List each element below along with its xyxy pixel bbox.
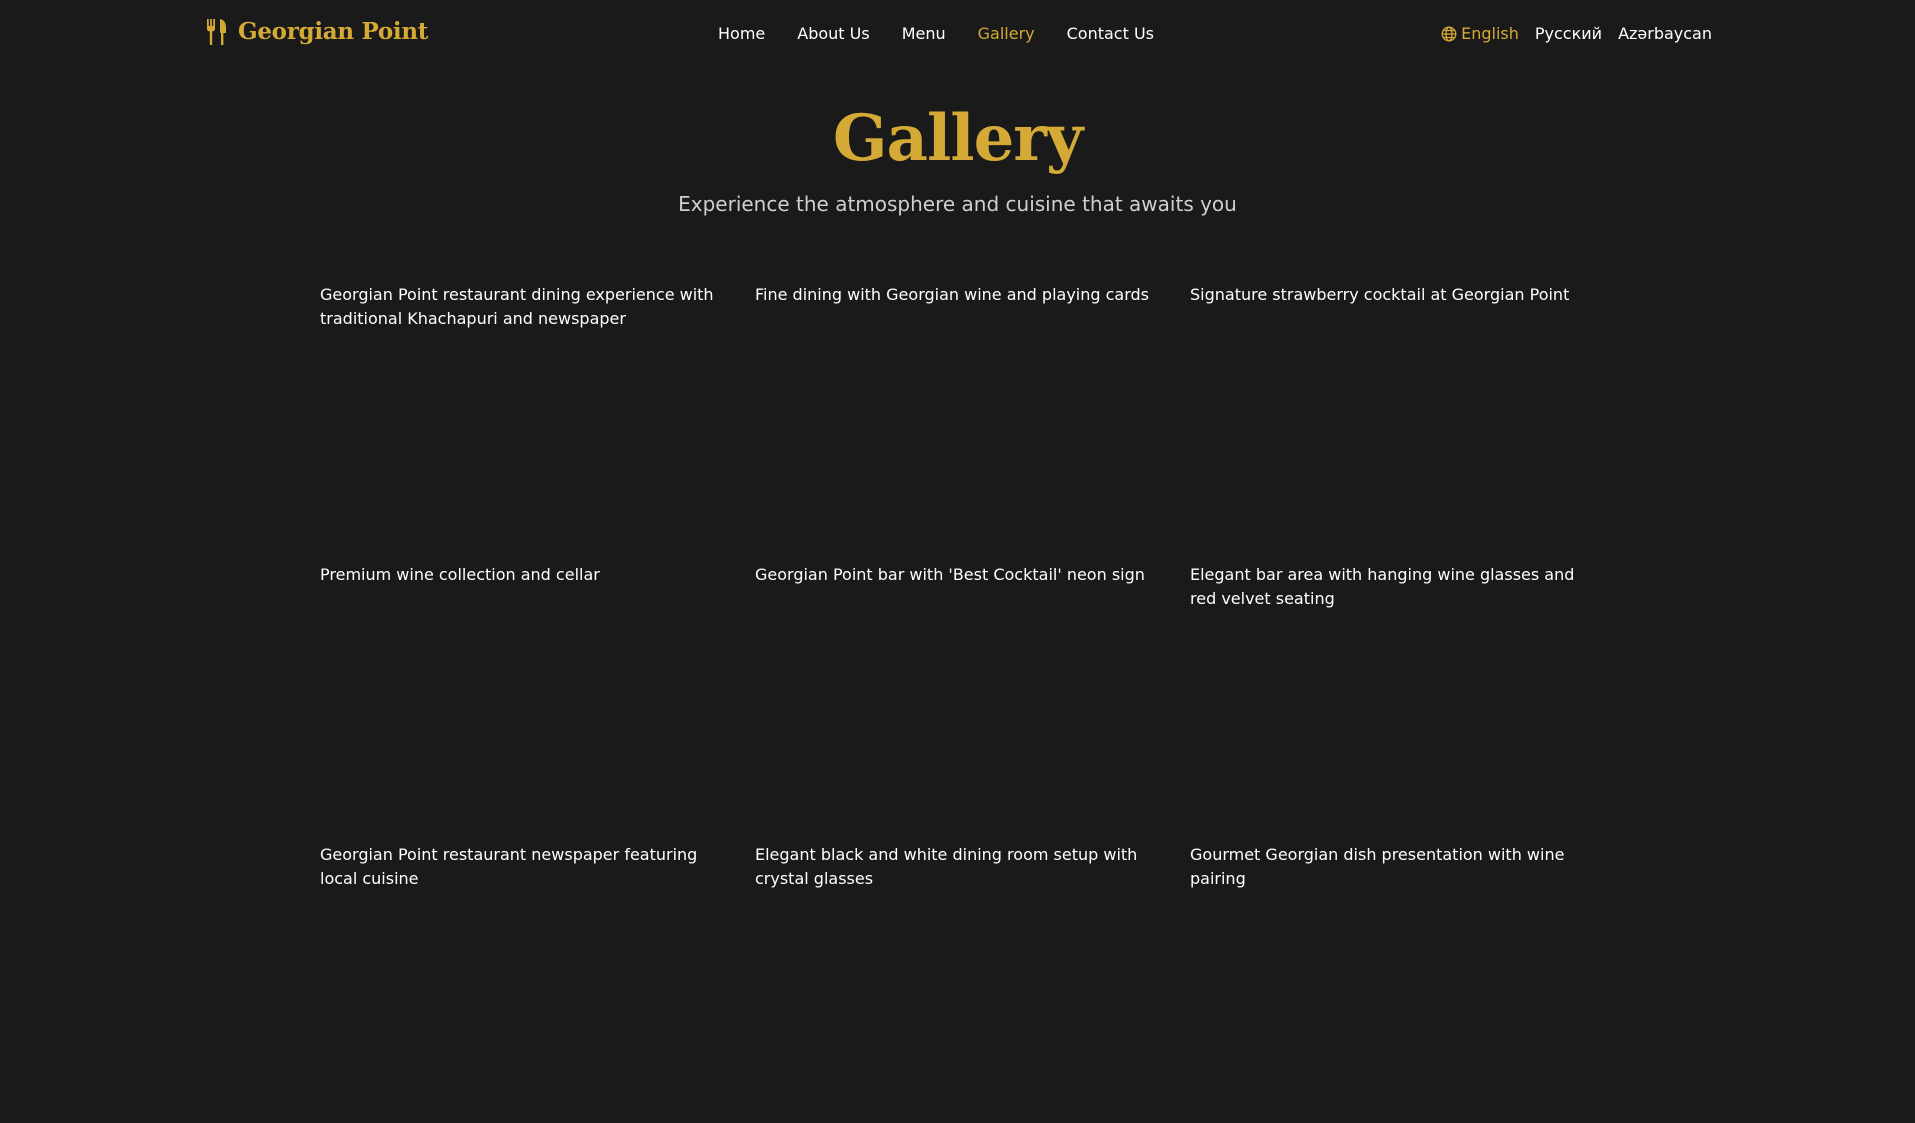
brand-name: Georgian Point: [238, 18, 429, 45]
page-title: Gallery: [832, 101, 1083, 176]
nav-home[interactable]: Home: [718, 24, 765, 43]
lang-azerbaijani[interactable]: Azərbaycan: [1618, 24, 1712, 43]
lang-english[interactable]: English: [1441, 24, 1519, 43]
gallery-item[interactable]: Premium wine collection and cellar: [320, 563, 755, 843]
gallery-grid: Georgian Point restaurant dining experie…: [320, 283, 1610, 1123]
brand-logo-link[interactable]: Georgian Point: [206, 18, 428, 45]
gallery-item[interactable]: Signature strawberry cocktail at Georgia…: [1190, 283, 1610, 563]
gallery-item[interactable]: Georgian Point restaurant newspaper feat…: [320, 843, 755, 1123]
hero-section: Gallery Experience the atmosphere and cu…: [0, 98, 1915, 216]
gallery-caption: Elegant bar area with hanging wine glass…: [1190, 565, 1575, 608]
gallery-item[interactable]: Georgian Point bar with 'Best Cocktail' …: [755, 563, 1190, 843]
fork-knife-icon: [207, 18, 226, 45]
gallery-caption: Signature strawberry cocktail at Georgia…: [1190, 285, 1570, 304]
gallery-caption: Fine dining with Georgian wine and playi…: [755, 285, 1149, 304]
nav-menu[interactable]: Menu: [902, 24, 946, 43]
nav-about-us[interactable]: About Us: [797, 24, 869, 43]
gallery-caption: Elegant black and white dining room setu…: [755, 845, 1138, 888]
gallery-caption: Premium wine collection and cellar: [320, 565, 600, 584]
gallery-item[interactable]: Fine dining with Georgian wine and playi…: [755, 283, 1190, 563]
lang-russian[interactable]: Русский: [1535, 24, 1602, 43]
nav-gallery[interactable]: Gallery: [978, 24, 1035, 43]
gallery-item[interactable]: Elegant black and white dining room setu…: [755, 843, 1190, 1123]
gallery-caption: Georgian Point restaurant dining experie…: [320, 285, 714, 328]
nav-contact-us[interactable]: Contact Us: [1067, 24, 1154, 43]
navbar: Georgian Point Home About Us Menu Galler…: [0, 0, 1915, 70]
lang-english-label: English: [1461, 24, 1519, 43]
page-subtitle: Experience the atmosphere and cuisine th…: [678, 192, 1237, 216]
gallery-item[interactable]: Gourmet Georgian dish presentation with …: [1190, 843, 1610, 1123]
main-nav: Home About Us Menu Gallery Contact Us: [718, 24, 1154, 43]
gallery-item[interactable]: Elegant bar area with hanging wine glass…: [1190, 563, 1610, 843]
language-switcher: English Русский Azərbaycan: [1441, 24, 1712, 43]
gallery-caption: Gourmet Georgian dish presentation with …: [1190, 845, 1565, 888]
gallery-caption: Georgian Point restaurant newspaper feat…: [320, 845, 698, 888]
gallery-caption: Georgian Point bar with 'Best Cocktail' …: [755, 565, 1145, 584]
gallery-item[interactable]: Georgian Point restaurant dining experie…: [320, 283, 755, 563]
globe-icon: [1441, 26, 1457, 41]
